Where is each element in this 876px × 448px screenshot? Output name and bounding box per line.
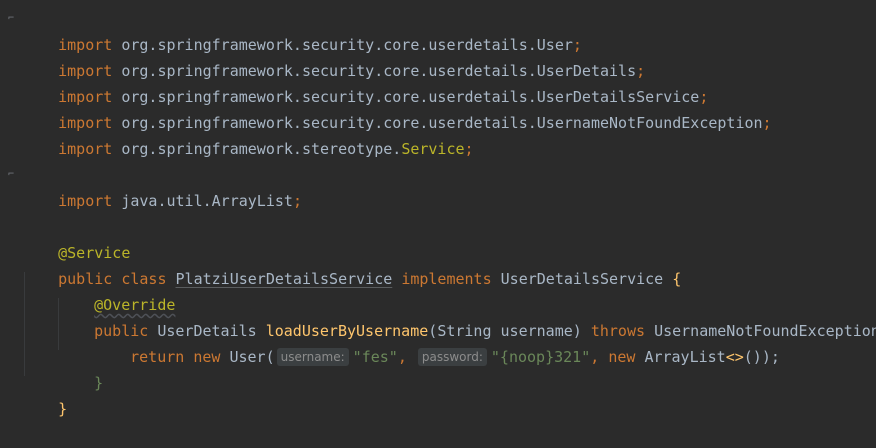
code-line-import-service[interactable]: import org.springframework.stereotype.Se… xyxy=(0,110,876,158)
fold-marker-icon[interactable]: ⌐ xyxy=(8,13,17,24)
code-line-import-userdetailsservice[interactable]: import org.springframework.security.core… xyxy=(0,58,876,106)
code-editor[interactable]: ⌐ import org.springframework.security.cor… xyxy=(0,0,876,418)
code-line-import-userdetails[interactable]: import org.springframework.security.core… xyxy=(0,32,876,80)
code-line-import-arraylist[interactable]: ⌐ import java.util.ArrayList; xyxy=(0,162,876,210)
code-line-override[interactable]: @Override xyxy=(0,266,876,314)
code-line-import-user[interactable]: ⌐ import org.springframework.security.cor… xyxy=(0,6,876,54)
code-line-class-annotation[interactable]: @Service xyxy=(0,214,876,262)
code-line-import-usernamenotfound[interactable]: import org.springframework.security.core… xyxy=(0,84,876,132)
code-line-method-signature[interactable]: public UserDetails loadUserByUsername(St… xyxy=(0,292,876,340)
code-line-method-close[interactable]: } xyxy=(0,344,876,392)
code-line-class-close[interactable]: } xyxy=(0,370,876,418)
code-line-blank[interactable] xyxy=(0,188,876,214)
close-brace: } xyxy=(58,400,68,418)
fold-marker-icon[interactable]: ⌐ xyxy=(8,169,17,180)
code-line-class-declaration[interactable]: public class PlatziUserDetailsService im… xyxy=(0,240,876,288)
code-line-blank[interactable] xyxy=(0,136,876,162)
code-line-return[interactable]: return new User(username: "fes", password… xyxy=(0,318,876,366)
